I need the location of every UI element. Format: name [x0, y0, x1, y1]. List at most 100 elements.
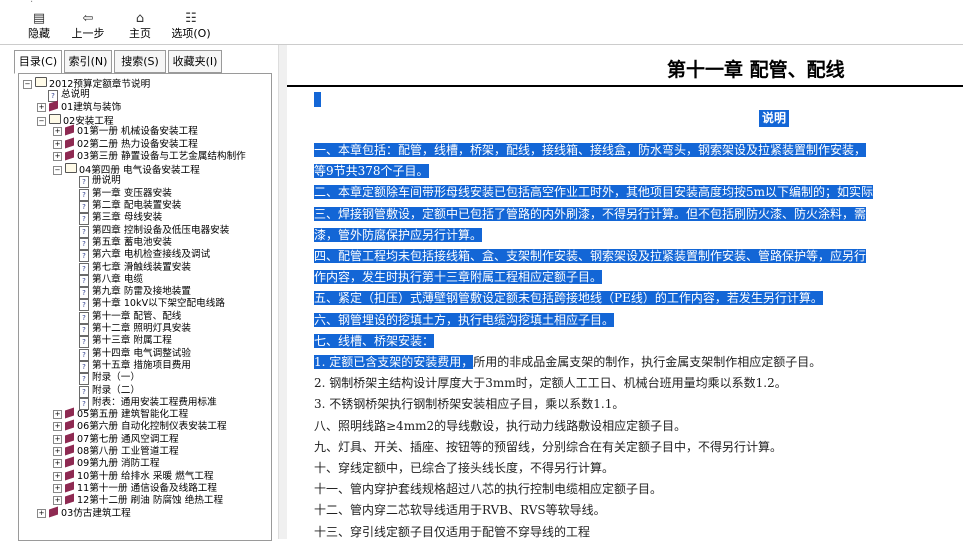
tree-item[interactable]: +02第二册 热力设备安装工程 — [53, 137, 198, 151]
tree-item[interactable]: +06第六册 自动化控制仪表安装工程 — [53, 419, 227, 433]
help-page-icon: ? — [79, 348, 89, 361]
tree-item[interactable]: +09第九册 消防工程 — [53, 456, 160, 470]
tree-item[interactable]: ? 第七章 滑触线装置安装 — [79, 262, 191, 275]
tab-search[interactable]: 搜索(S) — [114, 50, 166, 73]
content-line: 等9节共378个子目。 — [314, 163, 429, 180]
tree-item[interactable]: −2012预算定额章节说明 — [23, 77, 150, 90]
tree-item[interactable]: ? 第十五章 措施项目费用 — [79, 359, 191, 373]
tree-item[interactable]: ? 附录（一） — [79, 372, 140, 386]
closed-book-icon — [65, 407, 74, 419]
tree-item[interactable]: ? 总说明 — [48, 89, 90, 103]
tree-item[interactable]: ? 第十二章 照明灯具安装 — [79, 323, 191, 336]
expand-icon[interactable]: + — [53, 139, 62, 149]
tree-item-label: 附录（二） — [92, 384, 140, 396]
expand-icon[interactable]: + — [53, 151, 62, 161]
tree-item[interactable]: +12第十二册 刷油 防腐蚀 绝热工程 — [53, 493, 223, 507]
content-line: 漆，管外防腐保护应另行计算。 — [314, 227, 483, 244]
tab-index[interactable]: 索引(N) — [64, 50, 112, 73]
tree-item[interactable]: ? 第三章 母线安装 — [79, 212, 162, 226]
tree-item[interactable]: ? 第十三章 附属工程 — [79, 335, 172, 349]
content-line: 2. 钢制桥架主结构设计厚度大于3mm时，定额人工工日、机械台班用量均乘以系数1… — [314, 376, 787, 391]
tree-item-label: 05第五册 建筑智能化工程 — [77, 409, 189, 421]
help-page-icon: ? — [79, 373, 89, 386]
collapse-icon[interactable]: − — [23, 80, 32, 89]
tree-item[interactable]: ? 第八章 电缆 — [79, 274, 143, 287]
tree-item[interactable]: ? 第十章 10kV以下架空配电线路 — [79, 298, 225, 312]
tree-item[interactable]: +11第十一册 通信设备及线路工程 — [53, 481, 217, 495]
closed-book-icon — [65, 432, 74, 444]
tree-item[interactable]: +01建筑与装饰 — [37, 100, 121, 114]
content-line: 八、照明线路≥4mm2的导线敷设，执行动力线路敷设相应定额子目。 — [314, 418, 687, 433]
hide-button[interactable]: ▤ 隐藏 — [17, 10, 61, 42]
expand-icon[interactable]: + — [53, 496, 62, 506]
window-titlebar: . — [0, 0, 963, 8]
expand-icon[interactable]: + — [53, 422, 62, 432]
chapter-title: 第十一章 配管、配线 — [667, 59, 845, 81]
expand-icon[interactable]: + — [53, 459, 62, 469]
open-book-icon — [49, 113, 61, 124]
closed-book-icon — [65, 493, 74, 505]
content-line: 五、紧定（扣压）式薄壁钢管敷设定额未包括跨接地线（PE线）的工作内容，若发生另行… — [314, 290, 823, 307]
tree-item[interactable]: +01第一册 机械设备安装工程 — [53, 124, 198, 138]
expand-icon[interactable]: + — [53, 127, 62, 137]
collapse-icon[interactable]: − — [37, 116, 46, 126]
tree-item[interactable]: ? 第一章 变压器安装 — [79, 188, 172, 201]
selected-text: 六、钢管埋设的挖填土方，执行电缆沟挖填土相应子目。 — [314, 312, 615, 327]
tree-item[interactable]: ? 第四章 控制设备及低压电器安装 — [79, 225, 229, 238]
selected-text: 四、配管工程均未包括接线箱、盒、支架制作安装、钢索架设及拉紧装置制作安装、管路保… — [314, 249, 867, 263]
content-pane: 第十一章 配管、配线 说明 一、本章包括：配管，线槽，桥架，配线，接线箱、接线盒… — [287, 45, 963, 539]
tree-item-label: 09第九册 消防工程 — [77, 458, 160, 470]
selected-text: 七、线槽、桥架安装： — [314, 333, 435, 348]
content-line: 1. 定额已含支架的安装费用，所用的非成品金属支架的制作，执行金属支架制作相应定… — [314, 354, 821, 371]
tree-item[interactable]: ? 第十四章 电气调整试验 — [79, 347, 191, 361]
expand-icon[interactable]: + — [37, 508, 46, 518]
tree-item[interactable]: ? 第十一章 配管、配线 — [79, 311, 181, 324]
closed-book-icon — [65, 124, 74, 136]
tree-item[interactable]: ? 第六章 电机检查接线及调试 — [79, 249, 211, 263]
content-line: 七、线槽、桥架安装： — [314, 333, 435, 350]
selected-text: 五、紧定（扣压）式薄壁钢管敷设定额未包括跨接地线（PE线）的工作内容，若发生另行… — [314, 291, 823, 306]
expand-icon[interactable]: + — [53, 471, 62, 481]
content-line: 二、本章定额除车间带形母线安装已包括高空作业工时外，其他项目安装高度均按5m以下… — [314, 184, 874, 201]
unselected-text: 所用的非成品金属支架的制作，执行金属支架制作相应定额子目。 — [473, 355, 822, 369]
tab-contents[interactable]: 目录(C) — [14, 50, 62, 74]
content-line: 三、焊接钢管敷设，定额中已包括了管路的内外刷漆，不得另行计算。但不包括刷防火漆、… — [314, 206, 867, 223]
tree-item-label: 03仿古建筑工程 — [61, 507, 131, 519]
tree-item[interactable]: ? 附表：通用安装工程费用标准 — [79, 397, 217, 410]
collapse-icon[interactable]: − — [53, 166, 62, 176]
tree-item-label: 第九章 防雷及接地装置 — [92, 286, 191, 298]
tree-item[interactable]: ? 第九章 防雷及接地装置 — [79, 286, 191, 300]
tree-item[interactable]: ? 附录（二） — [79, 384, 140, 398]
expand-icon[interactable]: + — [53, 447, 62, 456]
expand-icon[interactable]: + — [53, 434, 62, 444]
home-label: 主页 — [129, 27, 151, 40]
content-line: 十一、管内穿护套线规格超过八芯的执行控制电缆相应定额子目。 — [314, 482, 663, 497]
tree-item[interactable]: +10第十册 给排水 采暖 燃气工程 — [53, 469, 213, 483]
expand-icon[interactable]: + — [37, 102, 46, 112]
tree-item[interactable]: ? 第二章 配电装置安装 — [79, 200, 181, 213]
tree-item-label: 第六章 电机检查接线及调试 — [92, 249, 211, 261]
section-heading: 说明 — [759, 110, 790, 127]
tree-item[interactable]: ? 第五章 蓄电池安装 — [79, 237, 172, 250]
tree-item[interactable]: −02安装工程 — [37, 113, 114, 127]
home-button[interactable]: ⌂ 主页 — [118, 10, 162, 42]
open-book-icon — [35, 77, 47, 87]
tree-item-label: 第十四章 电气调整试验 — [92, 347, 191, 359]
back-button[interactable]: ⇦ 上一步 — [66, 10, 110, 42]
tab-favorites[interactable]: 收藏夹(I) — [168, 50, 222, 73]
tree-item-label: 第十五章 措施项目费用 — [92, 359, 191, 371]
closed-book-icon — [65, 481, 74, 493]
tree-item[interactable]: +03仿古建筑工程 — [37, 506, 131, 520]
contents-tree[interactable]: −2012预算定额章节说明? 总说明 +01建筑与装饰 −02安装工程 +01第一册 机… — [18, 73, 272, 541]
tree-item[interactable]: ? 册说明 — [79, 175, 121, 189]
expand-icon[interactable]: + — [53, 410, 62, 420]
tree-item[interactable]: +03第三册 静置设备与工艺金属结构制作 — [53, 149, 246, 163]
help-page-icon: ? — [79, 274, 89, 287]
options-button[interactable]: ☷ 选项(O) — [169, 10, 213, 42]
tree-item-label: 附录（一） — [92, 372, 140, 384]
expand-icon[interactable]: + — [53, 483, 62, 493]
selected-text: 等9节共378个子目。 — [314, 164, 429, 179]
tree-item[interactable]: +07第七册 通风空调工程 — [53, 432, 179, 446]
tree-item-label: 02第二册 热力设备安装工程 — [77, 138, 198, 150]
tree-item[interactable]: −04第四册 电气设备安装工程 — [53, 163, 200, 176]
